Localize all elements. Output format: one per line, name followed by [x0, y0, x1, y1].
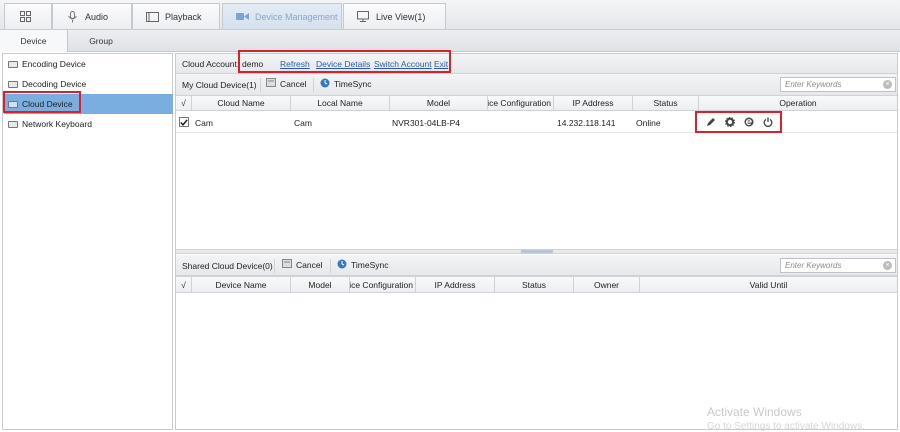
- sidebar-item-network-keyboard[interactable]: Network Keyboard: [4, 114, 173, 134]
- cloud-name-cell: Cam: [195, 118, 213, 128]
- ip-address-cell: 14.232.118.141: [557, 118, 616, 128]
- column-header[interactable]: IP Address: [416, 277, 495, 292]
- sidebar-item-label: Network Keyboard: [22, 119, 92, 129]
- tab-device-management-label: Device Management: [255, 11, 338, 22]
- highlight-box: [238, 50, 451, 73]
- column-header[interactable]: Device Name: [192, 277, 291, 292]
- sub-tab-bar: Device Group: [0, 30, 900, 52]
- highlight-box: [695, 111, 782, 133]
- table-row[interactable]: Cam Cam NVR301-04LB-P4 14.232.118.141 On…: [176, 112, 897, 133]
- tab-live-view[interactable]: Live View(1): [343, 3, 446, 29]
- column-header[interactable]: Model: [390, 96, 488, 110]
- column-header[interactable]: Cloud Name: [192, 96, 291, 110]
- cancel-button[interactable]: Cancel: [282, 259, 322, 270]
- search-placeholder: Enter Keywords: [785, 80, 842, 89]
- tab-audio[interactable]: Audio: [52, 3, 132, 29]
- device-icon: [8, 60, 18, 68]
- timesync-label: TimeSync: [351, 260, 389, 270]
- activation-watermark-subtitle: Go to Settings to activate Windows.: [707, 421, 865, 432]
- clock-icon: [320, 78, 330, 90]
- my-devices-title: My Cloud Device(1): [182, 80, 257, 90]
- timesync-label: TimeSync: [334, 79, 372, 89]
- sidebar-item-label: Decoding Device: [22, 79, 87, 89]
- keyboard-icon: [8, 120, 18, 128]
- cancel-icon: [282, 259, 292, 270]
- timesync-button[interactable]: TimeSync: [320, 78, 371, 90]
- tab-live-view-label: Live View(1): [376, 11, 426, 22]
- select-all-header[interactable]: √: [176, 277, 192, 292]
- sidebar-item-encoding-device[interactable]: Encoding Device: [4, 54, 173, 74]
- search-input[interactable]: Enter Keywords ×: [780, 77, 896, 92]
- my-devices-toolbar: My Cloud Device(1) Cancel TimeSync Enter…: [176, 74, 897, 96]
- activation-watermark-title: Activate Windows: [707, 405, 802, 419]
- column-header[interactable]: Device Configuration: [350, 277, 416, 292]
- panel-splitter[interactable]: [176, 249, 897, 254]
- clear-icon[interactable]: ×: [883, 261, 892, 270]
- device-icon: [8, 80, 18, 88]
- microphone-icon: [65, 10, 79, 23]
- my-devices-header: √ Cloud Name Local Name Model Device Con…: [176, 95, 897, 111]
- divider: [274, 259, 275, 273]
- tab-device-management[interactable]: Device Management: [222, 3, 342, 29]
- column-header[interactable]: Owner: [574, 277, 640, 292]
- shared-devices-title: Shared Cloud Device(0): [182, 261, 273, 271]
- divider: [260, 78, 261, 92]
- column-header[interactable]: IP Address: [554, 96, 633, 110]
- select-all-header[interactable]: √: [176, 96, 192, 110]
- cloud-device-panel: Cloud Account: demo Refresh Device Detai…: [175, 50, 898, 430]
- cancel-label: Cancel: [280, 78, 307, 89]
- shared-devices-toolbar: Shared Cloud Device(0) Cancel TimeSync E…: [176, 255, 897, 276]
- grid-icon: [18, 11, 32, 23]
- status-cell: Online: [636, 118, 661, 128]
- cancel-icon: [266, 78, 276, 89]
- row-checkbox[interactable]: [179, 117, 189, 127]
- shared-devices-header: √ Device Name Model Device Configuration…: [176, 276, 897, 293]
- camera-icon: [235, 11, 249, 23]
- column-header[interactable]: Status: [495, 277, 574, 292]
- local-name-cell: Cam: [294, 118, 312, 128]
- timesync-button[interactable]: TimeSync: [337, 259, 388, 271]
- search-placeholder: Enter Keywords: [785, 261, 842, 270]
- clear-icon[interactable]: ×: [883, 80, 892, 89]
- tab-playback-label: Playback: [165, 11, 202, 22]
- column-header[interactable]: Status: [633, 96, 699, 110]
- splitter-handle[interactable]: [521, 250, 553, 253]
- model-cell: NVR301-04LB-P4: [392, 118, 461, 128]
- monitor-icon: [356, 11, 370, 23]
- highlight-box: [3, 91, 81, 113]
- top-tab-bar: Audio Playback Device Management Live Vi…: [0, 0, 900, 30]
- tab-audio-label: Audio: [85, 11, 109, 22]
- column-header[interactable]: Operation: [699, 96, 897, 110]
- cancel-label: Cancel: [296, 259, 323, 270]
- column-header[interactable]: Valid Until: [640, 277, 897, 292]
- clock-icon: [337, 259, 347, 271]
- cancel-button[interactable]: Cancel: [266, 78, 306, 89]
- tab-device[interactable]: Device: [0, 30, 68, 52]
- playback-icon: [145, 11, 159, 23]
- column-header[interactable]: Model: [291, 277, 350, 292]
- divider: [330, 259, 331, 273]
- search-input[interactable]: Enter Keywords ×: [780, 258, 896, 273]
- column-header[interactable]: Local Name: [291, 96, 390, 110]
- tab-playback[interactable]: Playback: [132, 3, 220, 29]
- tab-group[interactable]: Group: [68, 30, 134, 52]
- tab-home[interactable]: [4, 3, 52, 29]
- cloud-account-label: Cloud Account:: [182, 59, 240, 69]
- sidebar-item-label: Encoding Device: [22, 59, 86, 69]
- divider: [313, 78, 314, 92]
- column-header[interactable]: Device Configuration: [488, 96, 554, 110]
